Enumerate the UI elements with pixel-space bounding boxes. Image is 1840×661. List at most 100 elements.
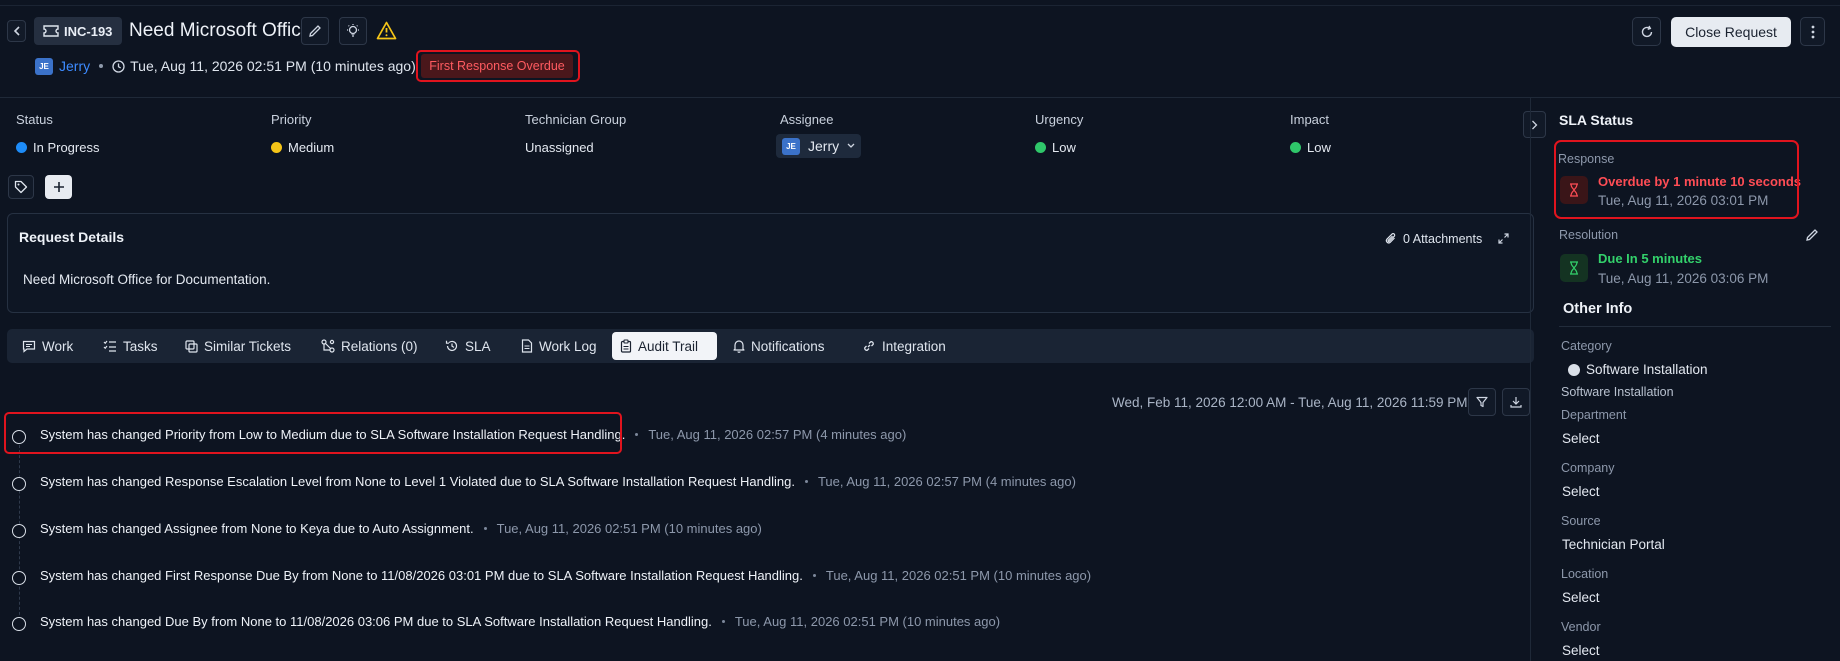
ticket-id: INC-193 [64, 23, 113, 39]
impact-label: Impact [1290, 112, 1330, 127]
resolution-status: Due In 5 minutes [1598, 251, 1703, 266]
attachments-link[interactable]: 0 Attachments [1385, 232, 1482, 246]
clock-icon [112, 59, 125, 73]
tab-work[interactable]: Work [14, 332, 81, 360]
tag-button[interactable] [8, 175, 34, 199]
chevron-left-icon [13, 26, 20, 36]
response-highlight [1554, 140, 1799, 219]
back-button[interactable] [7, 20, 26, 42]
vendor-select[interactable]: Select [1562, 643, 1600, 658]
source-select[interactable]: Technician Portal [1562, 537, 1665, 552]
entry-message: System has changed Response Escalation L… [40, 473, 795, 489]
tab-sla[interactable]: SLA [437, 332, 499, 360]
header-divider [0, 97, 1840, 98]
tab-label: Audit Trail [638, 338, 699, 354]
hourglass-icon [1560, 254, 1588, 282]
resolution-date: Tue, Aug 11, 2026 03:06 PM [1598, 271, 1769, 286]
request-details-title: Request Details [19, 229, 125, 245]
tab-integration[interactable]: Integration [854, 332, 954, 360]
paperclip-icon [1385, 233, 1396, 244]
technician-group-value[interactable]: Unassigned [525, 140, 594, 155]
download-icon [1510, 397, 1522, 408]
impact-value[interactable]: Low [1290, 140, 1331, 155]
avatar: JE [782, 137, 800, 155]
status-badge: First Response Overdue [421, 54, 573, 78]
department-label: Department [1561, 408, 1627, 422]
status-value[interactable]: In Progress [16, 140, 99, 155]
idea-button[interactable] [339, 17, 367, 45]
status-label: Status [16, 112, 53, 127]
link-icon [864, 341, 874, 351]
close-request-button[interactable]: Close Request [1671, 17, 1791, 47]
filter-button[interactable] [1468, 388, 1496, 416]
warning-icon [376, 21, 397, 40]
separator-dot [483, 526, 487, 530]
relations-icon [321, 339, 335, 353]
separator-dot [721, 619, 725, 623]
location-select[interactable]: Select [1562, 590, 1600, 605]
attachments-count: 0 Attachments [1403, 232, 1483, 246]
entry-highlight [4, 412, 622, 454]
assignee-label: Assignee [780, 112, 834, 127]
technician-group-text: Unassigned [525, 140, 594, 155]
tag-icon [14, 180, 28, 194]
refresh-icon [1641, 25, 1652, 37]
avatar: JE [35, 57, 53, 75]
more-options-button[interactable] [1800, 17, 1825, 46]
location-label: Location [1561, 567, 1609, 581]
page-title: Need Microsoft Office [129, 20, 312, 41]
refresh-button[interactable] [1632, 17, 1661, 46]
checklist-icon [103, 340, 116, 352]
expand-icon[interactable] [1498, 233, 1509, 244]
chat-icon [22, 340, 36, 353]
ticket-meta: JE Jerry Tue, Aug 11, 2026 02:51 PM (10 … [35, 55, 438, 77]
status-text: In Progress [33, 140, 100, 155]
download-button[interactable] [1502, 388, 1530, 416]
resolution-label: Resolution [1559, 228, 1619, 242]
assignee-text: Jerry [808, 138, 840, 154]
list-item: System has changed Due By from None to 1… [12, 610, 1000, 632]
tab-notifications[interactable]: Notifications [725, 332, 833, 360]
tab-similar-tickets[interactable]: Similar Tickets [177, 332, 299, 360]
timeline-marker [12, 524, 26, 538]
add-tag-button[interactable] [45, 175, 72, 199]
edit-title-button[interactable] [301, 17, 329, 45]
priority-dot [271, 142, 282, 153]
date-range[interactable]: Wed, Feb 11, 2026 12:00 AM - Tue, Aug 11… [1112, 395, 1468, 410]
urgency-label: Urgency [1035, 112, 1084, 127]
entry-message: System has changed Due By from None to 1… [40, 613, 712, 629]
urgency-value[interactable]: Low [1035, 140, 1076, 155]
technician-group-label: Technician Group [525, 112, 627, 127]
right-panel-divider [1530, 98, 1531, 661]
list-item: System has changed First Response Due By… [12, 564, 1091, 586]
collapse-panel-button[interactable] [1523, 111, 1546, 138]
tab-audit-trail[interactable]: Audit Trail [612, 332, 717, 360]
category-value[interactable]: Software Installation [1568, 362, 1708, 377]
priority-value[interactable]: Medium [271, 140, 334, 155]
tab-relations[interactable]: Relations (0) [313, 332, 426, 360]
company-select[interactable]: Select [1562, 484, 1600, 499]
priority-label: Priority [271, 112, 312, 127]
clipboard-icon [620, 339, 632, 353]
tab-work-log[interactable]: Work Log [513, 332, 605, 360]
timeline-marker [12, 477, 26, 491]
requester-link[interactable]: Jerry [59, 58, 90, 74]
tab-tasks[interactable]: Tasks [95, 332, 166, 360]
pencil-icon[interactable] [1805, 228, 1819, 242]
department-select[interactable]: Select [1562, 431, 1600, 446]
other-info-divider [1559, 326, 1831, 327]
tab-label: SLA [465, 338, 491, 354]
tab-label: Similar Tickets [204, 338, 292, 354]
assignee-dropdown[interactable]: JE Jerry [776, 134, 861, 158]
category-dot [1568, 363, 1580, 376]
top-divider [0, 5, 1840, 6]
other-info-title: Other Info [1563, 301, 1633, 317]
request-details-card [7, 213, 1534, 313]
history-icon [445, 340, 458, 352]
vendor-label: Vendor [1561, 620, 1601, 634]
bell-icon [733, 340, 745, 353]
company-label: Company [1561, 461, 1615, 475]
chevron-down-icon [847, 143, 855, 148]
tab-label: Work [42, 338, 74, 354]
tab-bar: Work Tasks Similar Tickets Relations (0)… [7, 329, 1534, 363]
